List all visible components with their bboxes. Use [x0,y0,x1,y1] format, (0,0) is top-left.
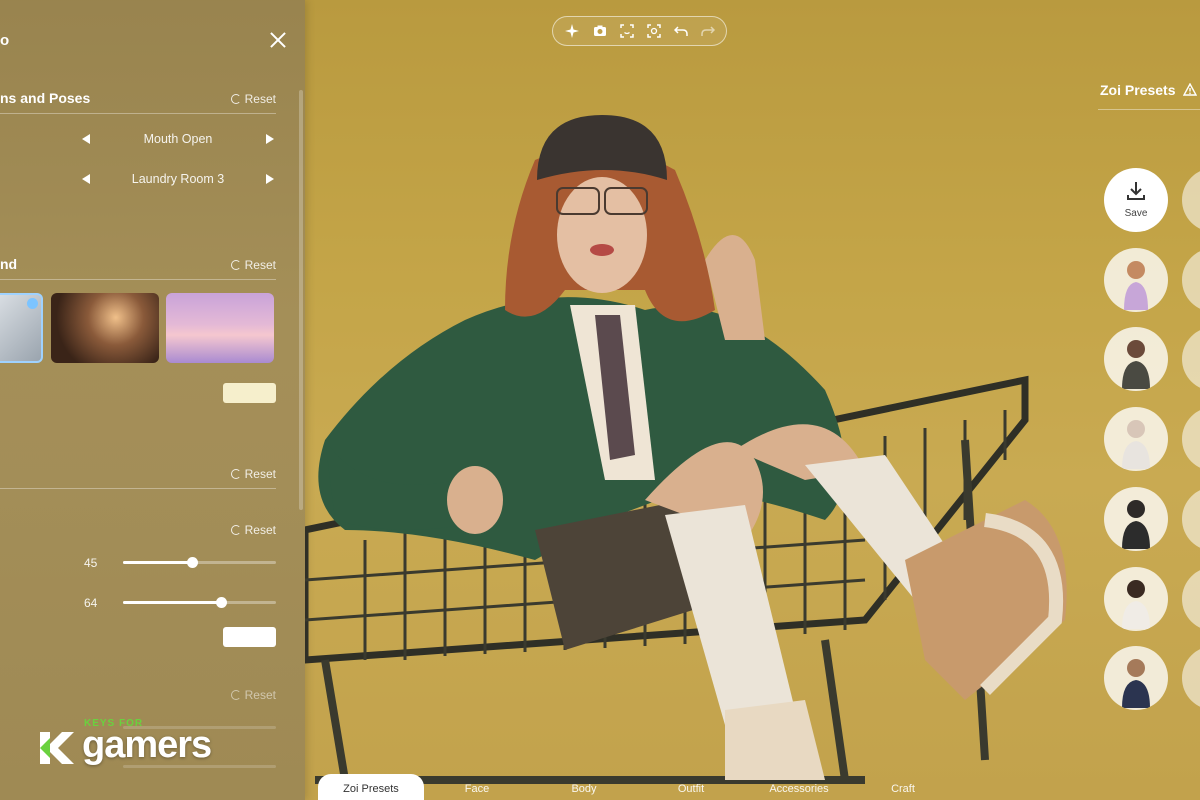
slider-handle[interactable] [215,597,227,608]
preset-slot[interactable] [1182,327,1200,391]
preset-avatar-6[interactable] [1104,646,1168,710]
slider-value: 45 [84,556,98,570]
tab-body[interactable]: Body [531,774,637,800]
reset-icon [230,260,241,270]
camera-icon[interactable] [593,24,607,38]
warning-icon[interactable] [1183,83,1197,96]
keysforgamers-watermark: KEYS FOR gamers [36,716,256,776]
reset-button[interactable]: Reset [230,688,276,702]
background-thumb-studio[interactable] [0,293,43,363]
sparkle-icon[interactable] [565,24,579,38]
tab-craft[interactable]: Craft [850,774,956,800]
preset-slot[interactable] [1182,168,1200,232]
save-label: Save [1124,208,1148,219]
preset-slot[interactable] [1182,248,1200,312]
category-tab-bar: Zoi Presets Face Body Outfit Accessories… [318,774,958,800]
preset-slot[interactable] [1182,407,1200,471]
character-face [557,177,647,293]
character-hand [447,466,503,534]
preset-slot[interactable] [1182,646,1200,710]
selected-check-icon [27,298,38,309]
slider-fill [123,601,221,604]
section-title: ns and Poses [0,90,91,106]
preset-avatar-4[interactable] [1104,487,1168,551]
tab-outfit[interactable]: Outfit [638,774,744,800]
preset-slot[interactable] [1182,487,1200,551]
background-thumb-clouds[interactable] [166,293,274,363]
reset-icon [230,525,241,535]
watermark-big-text: gamers [82,724,212,766]
panel-title: o [0,32,10,49]
reset-icon [230,94,241,104]
tab-accessories[interactable]: Accessories [746,774,852,800]
preset-slot[interactable] [1182,567,1200,631]
face-scan-icon[interactable] [620,24,634,38]
undo-icon[interactable] [674,24,688,38]
keysforgamers-logo-icon [40,732,74,764]
section-light-settings: Reset [0,519,276,545]
slider-handle[interactable] [186,557,198,568]
slider-fill [123,561,192,564]
reset-icon [230,469,241,479]
section-title: nd [0,256,18,272]
presets-title: Zoi Presets [1100,82,1176,98]
light-slider-1[interactable] [123,557,276,568]
light-color-swatch[interactable] [223,627,276,647]
reset-button[interactable]: Reset [230,92,276,106]
close-panel-button[interactable] [268,30,288,50]
studio-panel: o ns and Poses Reset Mouth Open Laundry … [0,0,305,800]
section-lighting: Reset [0,463,276,489]
panel-scrollbar[interactable] [299,90,303,510]
tab-zoi-presets[interactable]: Zoi Presets [318,774,424,800]
camera-toolbar [552,16,727,46]
background-thumb-room[interactable] [51,293,159,363]
previous-arrow-icon[interactable] [82,134,90,144]
preset-avatar-3[interactable] [1104,407,1168,471]
pose-selector: Laundry Room 3 [78,171,278,191]
next-arrow-icon[interactable] [266,134,274,144]
light-slider-2[interactable] [123,597,276,608]
preset-avatar-5[interactable] [1104,567,1168,631]
reset-button[interactable]: Reset [230,467,276,481]
pose-value: Laundry Room 3 [131,172,225,186]
redo-icon[interactable] [701,24,715,38]
reset-button[interactable]: Reset [230,523,276,537]
reset-icon [230,690,241,700]
preset-avatar-2[interactable] [1104,327,1168,391]
section-expressions-poses: ns and Poses Reset [0,88,276,114]
save-preset-button[interactable]: Save [1104,168,1168,232]
tab-face[interactable]: Face [424,774,530,800]
character-shoe-left [725,700,825,780]
download-icon [1127,182,1145,200]
preset-avatar-1[interactable] [1104,248,1168,312]
next-arrow-icon[interactable] [266,174,274,184]
character-viewport[interactable] [305,60,1085,800]
section-effects: Reset [0,684,276,710]
section-background: nd Reset [0,254,276,280]
presets-divider [1098,109,1200,110]
slider-value: 64 [84,596,98,610]
previous-arrow-icon[interactable] [82,174,90,184]
expression-selector: Mouth Open [78,131,278,151]
reset-button[interactable]: Reset [230,258,276,272]
background-color-swatch[interactable] [223,383,276,403]
focus-icon[interactable] [647,24,661,38]
expression-value: Mouth Open [143,132,213,146]
